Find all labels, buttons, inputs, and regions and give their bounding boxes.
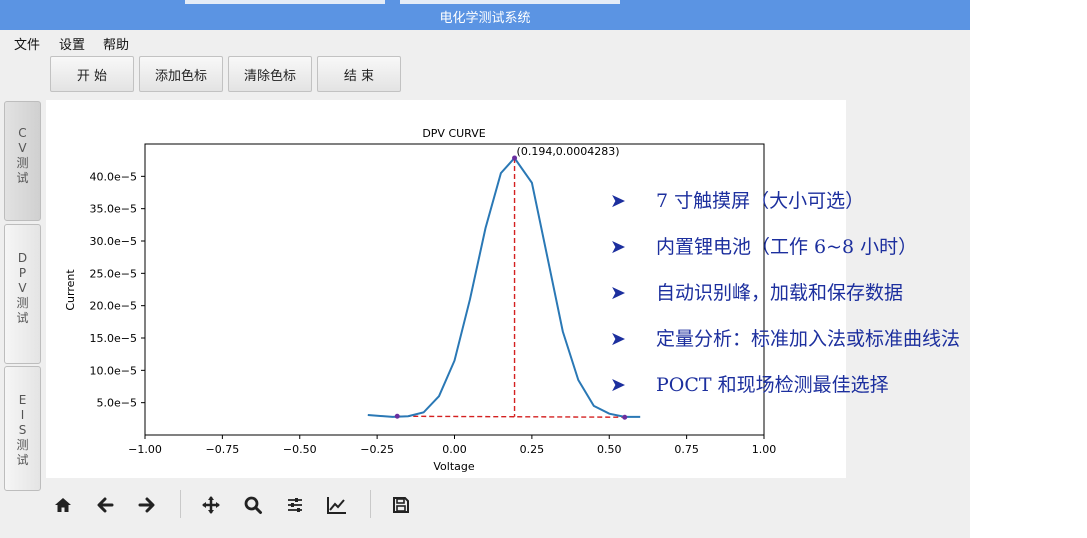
tab-eis-test[interactable]: E I S 测 试 [4, 366, 41, 491]
feature-text: 自动识别峰，加载和保存数据 [656, 282, 904, 304]
baseline-end-point [622, 414, 628, 420]
tab-cv-test[interactable]: C V 测 试 [4, 101, 41, 221]
peak-label: (0.194,0.0004283) [517, 145, 620, 158]
tab-cv-char: V [18, 141, 27, 155]
tab-dpv-char: V [18, 281, 27, 295]
feature-text: 定量分析：标准加入法或标准曲线法 [656, 328, 961, 350]
tab-eis-char: S [18, 423, 27, 437]
tab-dpv-test[interactable]: D P V 测 试 [4, 224, 41, 364]
tab-cv-char: 测 [16, 156, 29, 170]
feature-text: POCT 和现场检测最佳选择 [656, 374, 889, 396]
menu-bar: 文件 设置 帮助 [0, 30, 970, 54]
x-tick-label: −0.75 [206, 443, 240, 456]
end-button[interactable]: 结 束 [317, 56, 401, 92]
toolbar-separator [180, 490, 181, 518]
bullet-arrow-icon: ➤ [610, 190, 626, 212]
y-tick-label: 10.0e−5 [90, 364, 137, 377]
x-tick-label: −0.25 [360, 443, 394, 456]
app-window: 电化学测试系统 文件 设置 帮助 开 始 添加色标 清除色标 结 束 C V 测… [0, 0, 970, 538]
bullet-arrow-icon: ➤ [610, 374, 626, 396]
menu-settings[interactable]: 设置 [59, 34, 85, 53]
x-tick-label: 0.00 [442, 443, 467, 456]
save-icon[interactable] [388, 492, 414, 518]
window-title: 电化学测试系统 [439, 11, 531, 26]
add-marker-button[interactable]: 添加色标 [139, 56, 223, 92]
tab-eis-char: 试 [16, 453, 29, 467]
menu-file[interactable]: 文件 [14, 34, 40, 53]
title-decoration [400, 0, 620, 4]
tab-eis-char: 测 [16, 438, 29, 452]
menu-help[interactable]: 帮助 [103, 34, 129, 53]
x-tick-label: −0.50 [283, 443, 317, 456]
tab-cv-char: 试 [16, 171, 29, 185]
feature-text: 7 寸触摸屏（大小可选） [656, 190, 865, 212]
tab-cv-char: C [18, 126, 27, 140]
tab-dpv-char: 测 [16, 296, 29, 310]
x-axis-label: Voltage [433, 460, 474, 473]
y-tick-label: 5.0e−5 [97, 397, 137, 410]
title-decoration [185, 0, 385, 4]
feature-text: 内置锂电池（工作 6~8 小时） [656, 236, 918, 258]
chart-title: DPV CURVE [422, 127, 485, 140]
tab-dpv-char: 试 [16, 311, 29, 325]
baseline-start-point [394, 413, 400, 419]
y-tick-label: 30.0e−5 [90, 235, 137, 248]
clear-marker-button[interactable]: 清除色标 [228, 56, 312, 92]
x-tick-label: 0.75 [674, 443, 699, 456]
forward-arrow-icon[interactable] [134, 492, 160, 518]
start-button[interactable]: 开 始 [50, 56, 134, 92]
zoom-icon[interactable] [240, 492, 266, 518]
baseline-line [397, 415, 625, 418]
edit-axis-icon[interactable] [324, 492, 350, 518]
y-tick-label: 40.0e−5 [90, 170, 137, 183]
title-bar: 电化学测试系统 [0, 0, 970, 30]
y-axis-label: Current [64, 269, 77, 311]
subplot-config-icon[interactable] [282, 492, 308, 518]
y-tick-label: 35.0e−5 [90, 203, 137, 216]
tab-dpv-char: D [17, 251, 28, 265]
y-tick-label: 20.0e−5 [90, 300, 137, 313]
y-tick-label: 25.0e−5 [90, 267, 137, 280]
y-tick-label: 15.0e−5 [90, 332, 137, 345]
pan-icon[interactable] [198, 492, 224, 518]
x-tick-label: −1.00 [128, 443, 162, 456]
bullet-arrow-icon: ➤ [610, 328, 626, 350]
tab-eis-char: I [20, 408, 25, 422]
bullet-arrow-icon: ➤ [610, 236, 626, 258]
bullet-arrow-icon: ➤ [610, 282, 626, 304]
x-tick-label: 0.25 [520, 443, 545, 456]
plot-navigation-toolbar [46, 480, 446, 532]
x-tick-label: 1.00 [752, 443, 777, 456]
back-arrow-icon[interactable] [92, 492, 118, 518]
toolbar-separator [370, 490, 371, 518]
tab-dpv-char: P [18, 266, 27, 280]
y-axis-ticks: 5.0e−5 10.0e−5 15.0e−5 20.0e−5 25.0e−5 30.0e−… [90, 170, 145, 410]
dpv-curve-line [367, 156, 641, 418]
home-icon[interactable] [50, 492, 76, 518]
x-axis-ticks: −1.00 −0.75 −0.50 −0.25 0.00 0.25 0.50 0.75 1.00 [128, 435, 776, 456]
tab-eis-char: E [18, 393, 27, 407]
x-tick-label: 0.50 [597, 443, 622, 456]
